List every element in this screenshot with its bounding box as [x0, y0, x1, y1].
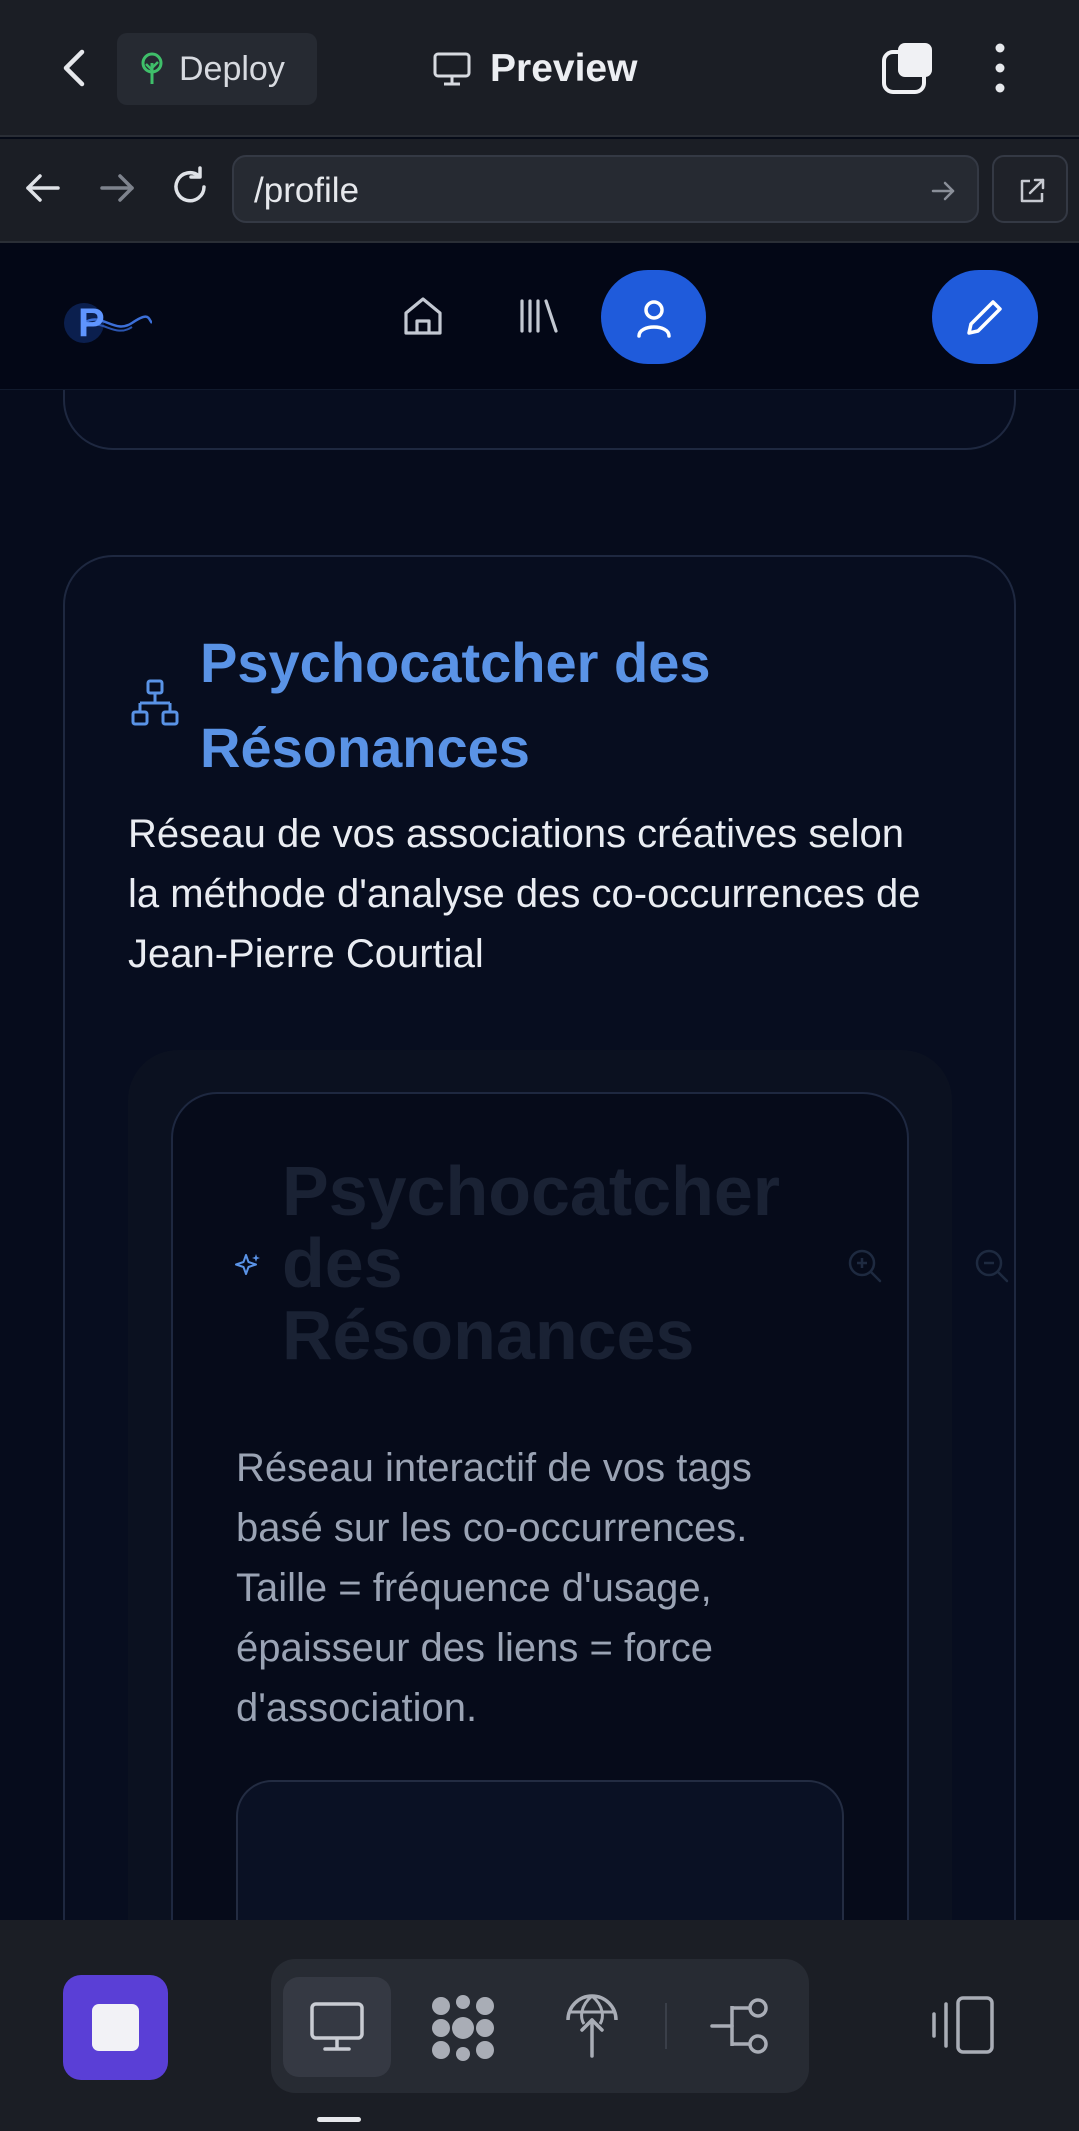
external-link-icon — [1020, 178, 1045, 203]
zoom-in-icon[interactable] — [847, 1248, 883, 1284]
deploy-button[interactable]: Deploy — [117, 33, 317, 105]
sparkle-icon — [235, 1254, 260, 1275]
previous-section-card — [63, 390, 1016, 450]
card-description: Réseau de vos associations créatives sel… — [128, 812, 921, 976]
deploy-label: Deploy — [179, 49, 285, 88]
reload-button[interactable] — [166, 163, 214, 211]
tree-icon — [141, 52, 163, 84]
library-icon — [520, 299, 558, 333]
arrow-left-icon — [26, 174, 60, 202]
browser-back-button[interactable] — [20, 165, 66, 211]
url-input[interactable]: /profile — [232, 155, 979, 223]
site-header: P — [0, 243, 1079, 390]
bottom-toolbar — [0, 1920, 1079, 2131]
nav-home-button[interactable] — [398, 291, 448, 341]
open-external-button[interactable] — [992, 155, 1068, 223]
agent-icon[interactable] — [428, 1993, 498, 2063]
logo-letter: P — [78, 301, 105, 345]
home-icon — [404, 297, 442, 335]
stop-button[interactable] — [63, 1975, 168, 2080]
graph-description: Réseau interactif de vos tags basé sur l… — [236, 1446, 752, 1730]
home-indicator[interactable] — [317, 2117, 361, 2122]
pencil-icon — [967, 300, 1002, 335]
graph-canvas[interactable] — [236, 1780, 844, 1920]
reload-icon — [174, 166, 206, 203]
site-logo[interactable]: P — [62, 293, 152, 353]
side-panel-icon[interactable] — [930, 1994, 996, 2056]
browser-forward-button[interactable] — [94, 165, 140, 211]
chevron-left-icon — [63, 49, 85, 87]
nav-profile-button[interactable] — [601, 270, 706, 364]
stop-icon — [92, 2004, 139, 2051]
tabs-button[interactable] — [880, 40, 936, 96]
preview-title: Preview — [432, 38, 637, 100]
more-menu-button[interactable] — [980, 40, 1020, 96]
back-button[interactable] — [52, 40, 96, 96]
logo-icon: P — [64, 301, 152, 345]
url-text: /profile — [254, 171, 360, 210]
browser-url-bar: /profile — [0, 139, 1079, 243]
tabs-icon — [882, 43, 932, 94]
app-top-bar: Deploy Preview — [0, 0, 1079, 137]
preview-label: Preview — [490, 47, 638, 90]
workflow-icon[interactable] — [710, 1996, 772, 2056]
arrow-right-icon — [100, 174, 134, 202]
go-arrow-icon[interactable] — [927, 175, 959, 207]
card-title: Psychocatcher des Résonances — [200, 631, 711, 779]
publish-globe-icon[interactable] — [562, 1990, 622, 2060]
sitemap-icon — [131, 679, 179, 726]
zoom-out-icon[interactable] — [974, 1248, 1010, 1284]
monitor-icon — [433, 52, 471, 86]
user-icon — [637, 300, 671, 338]
kebab-menu-icon — [995, 43, 1005, 93]
mode-divider — [665, 2003, 667, 2049]
edit-button[interactable] — [932, 270, 1038, 364]
monitor-icon — [310, 2002, 364, 2051]
desktop-preview-button[interactable] — [283, 1977, 391, 2077]
graph-title: Psychocatcher des Résonances — [282, 1152, 781, 1374]
nav-library-button[interactable] — [514, 291, 564, 341]
